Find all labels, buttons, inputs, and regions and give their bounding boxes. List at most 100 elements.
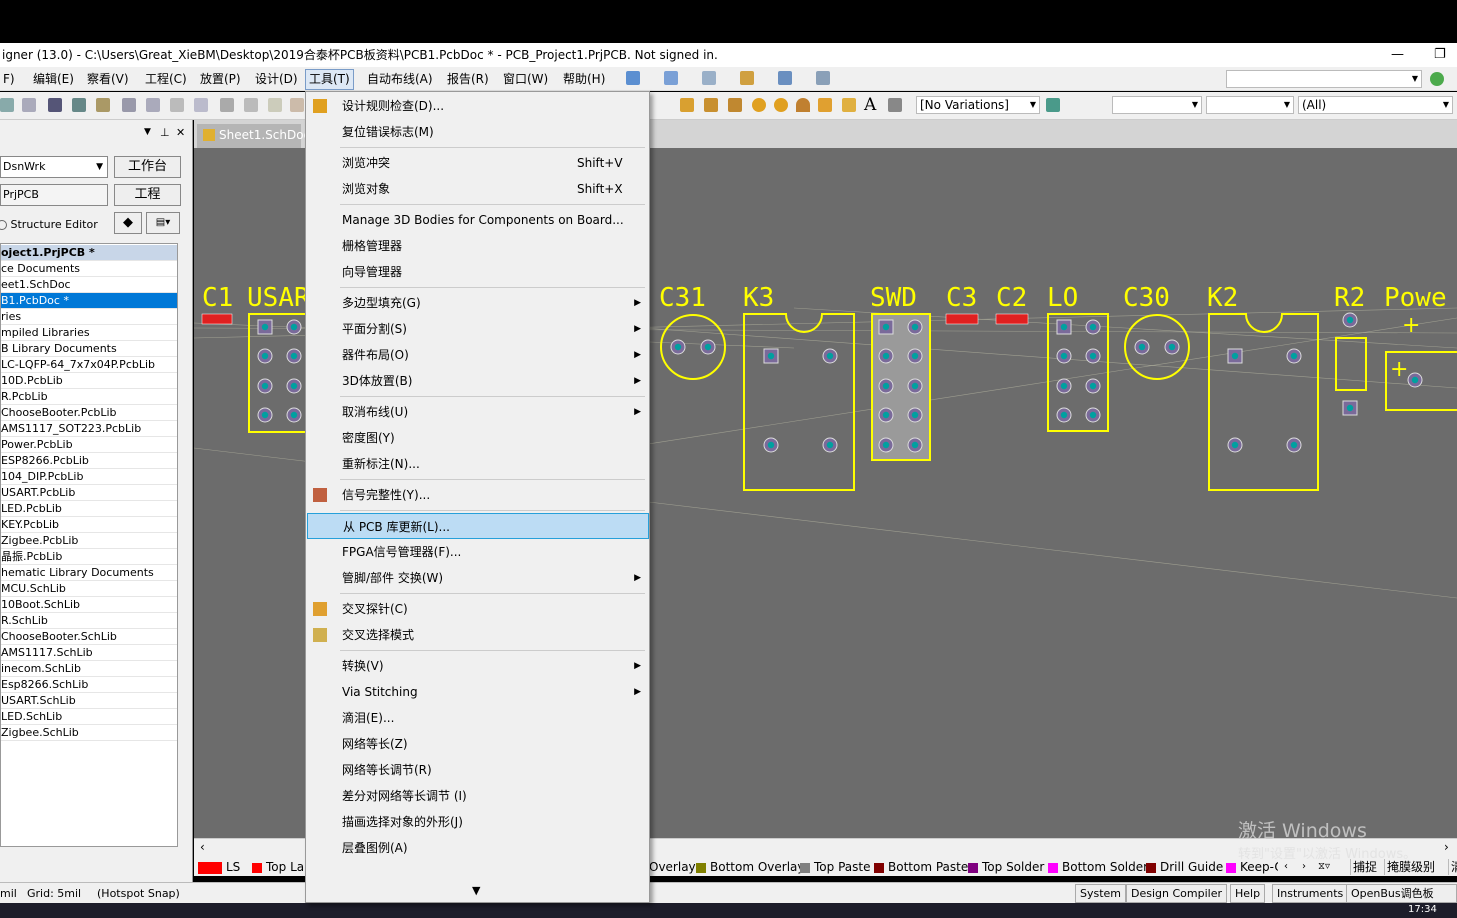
- save-icon[interactable]: [0, 98, 14, 112]
- project-tree-item[interactable]: Power.PcbLib: [1, 437, 177, 453]
- project-tree-item[interactable]: ce Documents: [1, 261, 177, 277]
- menu-edit[interactable]: 编辑(E): [30, 70, 77, 89]
- zoom-select-icon[interactable]: [170, 98, 184, 112]
- project-tree-item[interactable]: AMS1117.SchLib: [1, 645, 177, 661]
- room-icon[interactable]: [778, 71, 792, 85]
- layer-tab-bottom-solder[interactable]: Bottom Solder: [1048, 859, 1148, 875]
- instruments-button[interactable]: Instruments: [1272, 884, 1349, 903]
- menu-item[interactable]: FPGA信号管理器(F)...: [307, 539, 649, 565]
- net-class-combo[interactable]: ▼: [1112, 96, 1202, 114]
- menu-item[interactable]: 器件布局(O) ▶: [307, 342, 649, 368]
- project-tree-item[interactable]: ChooseBooter.SchLib: [1, 629, 177, 645]
- filter-all-combo[interactable]: (All) ▼: [1298, 96, 1453, 114]
- pad-icon[interactable]: [752, 98, 766, 112]
- menu-item[interactable]: 信号完整性(Y)...: [307, 482, 649, 508]
- variant-manager-icon[interactable]: [1046, 98, 1060, 112]
- project-tree-item[interactable]: 104_DIP.PcbLib: [1, 469, 177, 485]
- print-icon[interactable]: [22, 98, 36, 112]
- menu-item[interactable]: 复位错误标志(M): [307, 119, 649, 145]
- polygon-icon[interactable]: [842, 98, 856, 112]
- system-button[interactable]: System: [1075, 884, 1127, 903]
- layer-tab-bottom-paste[interactable]: Bottom Paste: [874, 859, 968, 875]
- scroll-right-icon[interactable]: ›: [1444, 840, 1449, 854]
- project-tree-item[interactable]: hematic Library Documents: [1, 565, 177, 581]
- arc-icon[interactable]: [796, 98, 810, 112]
- restore-icon[interactable]: ❐: [1434, 43, 1446, 67]
- component-icon[interactable]: [888, 98, 902, 112]
- help-button[interactable]: Help: [1230, 884, 1266, 903]
- project-tree-item[interactable]: ries: [1, 309, 177, 325]
- project-tree-item[interactable]: USART.SchLib: [1, 693, 177, 709]
- project-tree-item[interactable]: ChooseBooter.PcbLib: [1, 405, 177, 421]
- multi-route-icon[interactable]: [728, 98, 742, 112]
- route-icon[interactable]: [626, 71, 640, 85]
- menu-autoroute[interactable]: 自动布线(A): [364, 70, 436, 89]
- project-tree-item[interactable]: Zigbee.PcbLib: [1, 533, 177, 549]
- menu-window[interactable]: 窗口(W): [500, 70, 551, 89]
- grid-icon[interactable]: [816, 71, 830, 85]
- copy-icon[interactable]: [244, 98, 258, 112]
- path-combo[interactable]: ▼: [1226, 70, 1422, 88]
- layer-tab-bottom-overlay[interactable]: Bottom Overlay: [696, 859, 804, 875]
- document-options-icon[interactable]: ▤▾: [146, 212, 180, 234]
- project-options-icon[interactable]: ◆: [114, 212, 142, 234]
- zoom-fit-icon[interactable]: [122, 98, 136, 112]
- rubber-stamp-icon[interactable]: [290, 98, 304, 112]
- menu-item[interactable]: 3D体放置(B) ▶: [307, 368, 649, 394]
- zoom-area-icon[interactable]: [146, 98, 160, 112]
- project-tree-item[interactable]: R.PcbLib: [1, 389, 177, 405]
- workspace-button[interactable]: 工作台: [114, 156, 181, 178]
- menu-item[interactable]: 栅格管理器: [307, 233, 649, 259]
- layer-tab-top-paste[interactable]: Top Paste: [800, 859, 870, 875]
- variations-combo[interactable]: [No Variations] ▼: [916, 96, 1040, 114]
- menu-item[interactable]: 取消布线(U) ▶: [307, 399, 649, 425]
- project-tree-item[interactable]: KEY.PcbLib: [1, 517, 177, 533]
- structure-editor-radio[interactable]: Structure Editor: [0, 216, 112, 234]
- menu-tools[interactable]: 工具(T): [305, 69, 354, 90]
- menu-item[interactable]: 网络等长(Z): [307, 731, 649, 757]
- project-tree-item[interactable]: ESP8266.PcbLib: [1, 453, 177, 469]
- project-tree-item[interactable]: eet1.SchDoc: [1, 277, 177, 293]
- project-tree-item[interactable]: LED.PcbLib: [1, 501, 177, 517]
- project-tree-item[interactable]: mpiled Libraries: [1, 325, 177, 341]
- project-tree-item[interactable]: R.SchLib: [1, 613, 177, 629]
- open-icon[interactable]: [96, 98, 110, 112]
- menu-design[interactable]: 设计(D): [252, 70, 301, 89]
- diff-pair-icon[interactable]: [704, 98, 718, 112]
- project-tree-item[interactable]: 晶振.PcbLib: [1, 549, 177, 565]
- project-tree-item[interactable]: inecom.SchLib: [1, 661, 177, 677]
- menu-place[interactable]: 放置(P): [197, 70, 244, 89]
- project-tree-item[interactable]: Zigbee.SchLib: [1, 725, 177, 741]
- board-icon[interactable]: [72, 98, 86, 112]
- menu-help[interactable]: 帮助(H): [560, 70, 608, 89]
- navigate-back-icon[interactable]: [1430, 72, 1444, 86]
- menu-item[interactable]: 交叉探针(C): [307, 596, 649, 622]
- project-tree-item[interactable]: LC-LQFP-64_7x7x04P.PcbLib: [1, 357, 177, 373]
- menu-item[interactable]: 滴泪(E)...: [307, 705, 649, 731]
- layer-tab-top-overlay[interactable]: Overlay: [649, 859, 696, 875]
- component-class-combo[interactable]: ▼: [1206, 96, 1294, 114]
- project-tree-item[interactable]: 10D.PcbLib: [1, 373, 177, 389]
- paste-icon[interactable]: [268, 98, 282, 112]
- menu-view[interactable]: 察看(V): [84, 70, 132, 89]
- project-tree-item[interactable]: B Library Documents: [1, 341, 177, 357]
- menu-item[interactable]: 密度图(Y): [307, 425, 649, 451]
- menu-item[interactable]: 差分对网络等长调节 (I): [307, 783, 649, 809]
- menu-item[interactable]: 描画选择对象的外形(J): [307, 809, 649, 835]
- project-tree-item[interactable]: oject1.PrjPCB *: [1, 245, 177, 261]
- layer-tab-drill-guide[interactable]: Drill Guide: [1146, 859, 1223, 875]
- close-icon[interactable]: ✕: [176, 126, 185, 139]
- menu-project[interactable]: 工程(C): [142, 70, 190, 89]
- 3d-icon[interactable]: [48, 98, 62, 112]
- dimension-icon[interactable]: [740, 71, 754, 85]
- menu-item[interactable]: 层叠图例(A): [307, 835, 649, 861]
- project-tree-item[interactable]: AMS1117_SOT223.PcbLib: [1, 421, 177, 437]
- scroll-left-icon[interactable]: ‹: [200, 840, 205, 854]
- layer-tab-top[interactable]: Top La: [252, 859, 304, 875]
- via-icon[interactable]: [774, 98, 788, 112]
- project-tree-item[interactable]: Esp8266.SchLib: [1, 677, 177, 693]
- menu-item[interactable]: 浏览对象 Shift+X: [307, 176, 649, 202]
- clear-button[interactable]: 清: [1448, 859, 1457, 875]
- menu-item[interactable]: Manage 3D Bodies for Components on Board…: [307, 207, 649, 233]
- menu-item[interactable]: 从 PCB 库更新(L)...: [307, 513, 649, 539]
